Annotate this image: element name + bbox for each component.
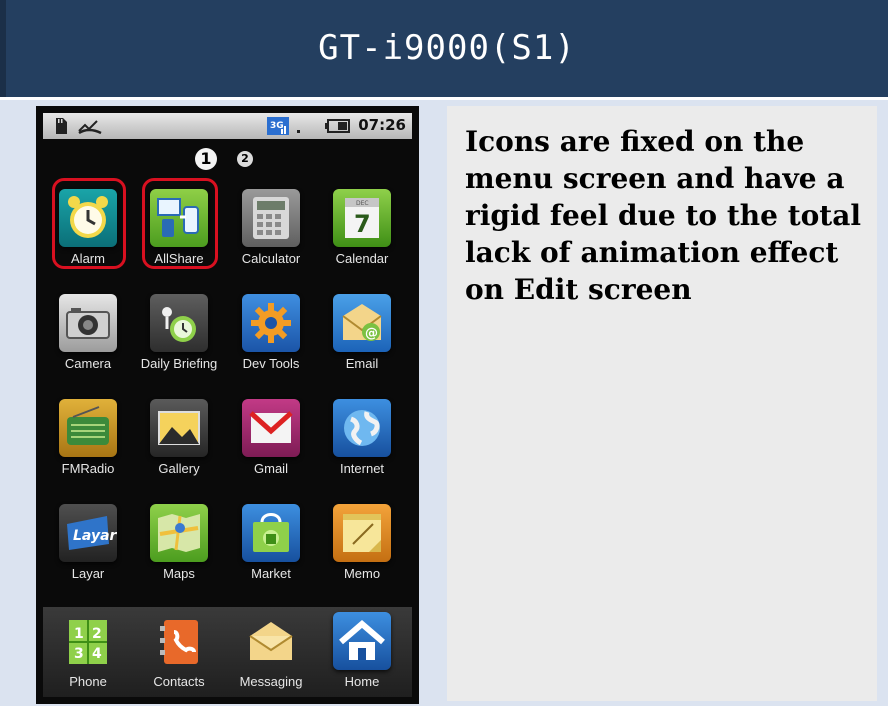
app-label: FMRadio bbox=[61, 461, 115, 476]
radio-icon bbox=[59, 399, 117, 457]
app-daily-briefing[interactable]: Daily Briefing bbox=[136, 288, 222, 390]
app-maps[interactable]: Maps bbox=[136, 498, 222, 600]
app-email[interactable]: @ Email bbox=[319, 288, 405, 390]
app-memo[interactable]: Memo bbox=[319, 498, 405, 600]
app-calendar[interactable]: DEC 7 Calendar bbox=[319, 183, 405, 285]
app-label: Dev Tools bbox=[242, 356, 300, 371]
app-label: Memo bbox=[343, 566, 381, 581]
battery-icon bbox=[325, 119, 350, 133]
page-title: GT-i9000(S1) bbox=[318, 28, 576, 68]
app-layar[interactable]: Layar Layar bbox=[45, 498, 131, 600]
app-fmradio[interactable]: FMRadio bbox=[45, 393, 131, 495]
layar-logo-text: Layar bbox=[73, 528, 117, 544]
calculator-icon bbox=[242, 189, 300, 247]
app-label: Contacts bbox=[153, 674, 205, 689]
app-label: Messaging bbox=[239, 674, 303, 689]
clock: 07:26 bbox=[358, 116, 406, 134]
signal-icon: 3G bbox=[267, 117, 289, 135]
globe-icon bbox=[333, 399, 391, 457]
app-gallery[interactable]: Gallery bbox=[136, 393, 222, 495]
highlight-box-allshare bbox=[142, 178, 218, 269]
status-bar[interactable]: 3G 07:26 bbox=[43, 113, 412, 139]
calendar-month: DEC bbox=[356, 200, 369, 207]
app-camera[interactable]: Camera bbox=[45, 288, 131, 390]
app-label: Gmail bbox=[254, 461, 288, 476]
app-label: Calculator bbox=[241, 251, 301, 266]
page-indicator[interactable]: 1 2 bbox=[193, 148, 273, 172]
app-label: Email bbox=[345, 356, 379, 371]
dock-contacts[interactable]: Contacts bbox=[136, 606, 222, 708]
app-label: Calendar bbox=[335, 251, 389, 266]
app-label: Market bbox=[251, 566, 291, 581]
map-icon bbox=[150, 504, 208, 562]
title-banner: GT-i9000(S1) bbox=[0, 0, 888, 97]
home-icon bbox=[333, 612, 391, 670]
contacts-icon bbox=[150, 612, 208, 670]
app-calculator[interactable]: Calculator bbox=[228, 183, 314, 285]
market-bag-icon bbox=[242, 504, 300, 562]
calendar-icon: DEC 7 bbox=[333, 189, 391, 247]
phone-keypad-icon: 1234 bbox=[59, 612, 117, 670]
layar-icon: Layar bbox=[59, 504, 117, 562]
missed-call-icon bbox=[78, 120, 102, 135]
description-text: Icons are fixed on the menu screen and h… bbox=[465, 125, 862, 306]
app-internet[interactable]: Internet bbox=[319, 393, 405, 495]
dock-messaging[interactable]: Messaging bbox=[228, 606, 314, 708]
app-label: Maps bbox=[163, 566, 195, 581]
signal-dot-icon bbox=[297, 130, 300, 133]
app-label: Camera bbox=[64, 356, 112, 371]
calendar-day: 7 bbox=[354, 210, 371, 238]
page-dot-other[interactable]: 2 bbox=[237, 151, 253, 167]
app-label: Home bbox=[344, 674, 380, 689]
keypad-digit: 3 bbox=[74, 646, 84, 662]
keypad-digit: 2 bbox=[92, 626, 102, 642]
dock-home[interactable]: Home bbox=[319, 606, 405, 708]
keypad-digit: 1 bbox=[74, 626, 84, 642]
keypad-digit: 4 bbox=[92, 646, 102, 662]
envelope-icon bbox=[242, 612, 300, 670]
memo-icon bbox=[333, 504, 391, 562]
gmail-icon bbox=[242, 399, 300, 457]
app-label: Phone bbox=[69, 674, 107, 689]
email-icon: @ bbox=[333, 294, 391, 352]
app-gmail[interactable]: Gmail bbox=[228, 393, 314, 495]
highlight-box-alarm bbox=[52, 178, 126, 269]
daily-briefing-icon bbox=[150, 294, 208, 352]
svg-text:@: @ bbox=[365, 326, 378, 341]
app-market[interactable]: Market bbox=[228, 498, 314, 600]
camera-icon bbox=[59, 294, 117, 352]
app-dev-tools[interactable]: Dev Tools bbox=[228, 288, 314, 390]
app-label: Internet bbox=[339, 461, 385, 476]
app-label: Layar bbox=[71, 566, 105, 581]
page-dot-current[interactable]: 1 bbox=[195, 148, 217, 170]
app-label: Daily Briefing bbox=[140, 356, 218, 371]
sd-card-icon bbox=[56, 118, 67, 134]
gear-icon bbox=[242, 294, 300, 352]
dock-phone[interactable]: 1234 Phone bbox=[45, 606, 131, 708]
app-label: Gallery bbox=[158, 461, 200, 476]
gallery-icon bbox=[150, 399, 208, 457]
